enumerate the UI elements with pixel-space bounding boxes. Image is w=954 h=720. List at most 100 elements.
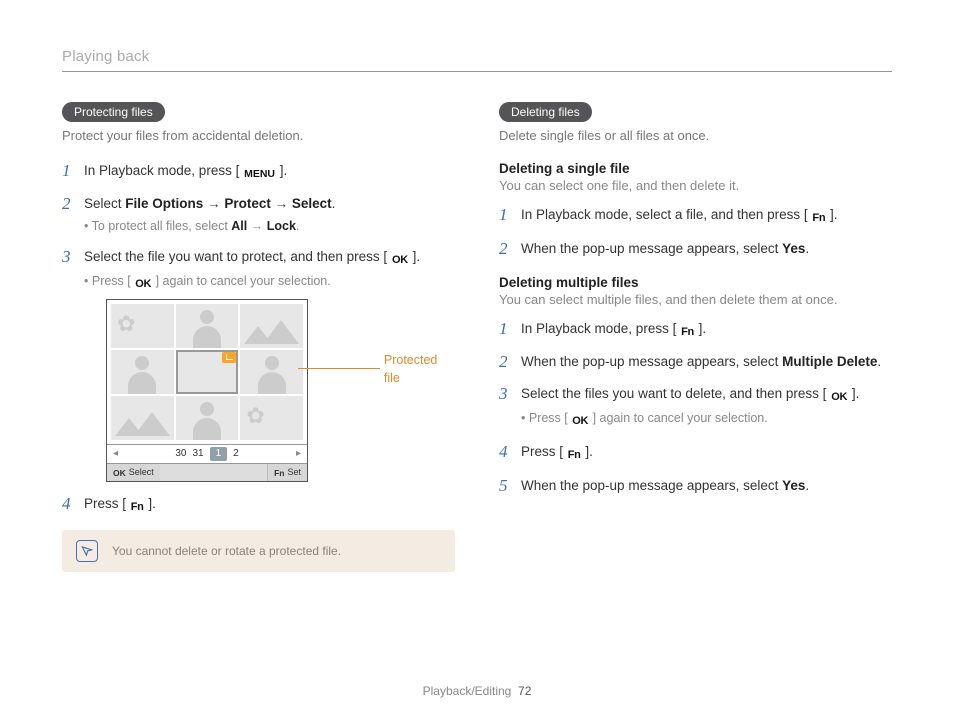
text: ]. xyxy=(276,163,287,178)
text: Select the files you want to delete, and… xyxy=(521,386,830,401)
text: ] again to cancel your selection. xyxy=(589,411,768,425)
text: When the pop-up message appears, select xyxy=(521,241,782,256)
opt: Yes xyxy=(782,478,805,493)
thumb xyxy=(240,396,303,440)
pill-protecting: Protecting files xyxy=(62,102,165,122)
steps-multi: In Playback mode, press [ Fn ]. When the… xyxy=(499,319,892,496)
page-number: 72 xyxy=(518,684,531,698)
thumb xyxy=(240,304,303,348)
page-footer: Playback/Editing 72 xyxy=(0,684,954,698)
menu-icon: MENU xyxy=(244,167,275,182)
pill-deleting: Deleting files xyxy=(499,102,592,122)
subdesc-multi: You can select multiple files, and then … xyxy=(499,292,892,307)
substep: Press [ OK ] again to cancel your select… xyxy=(521,409,892,430)
chevron-right-icon: ▸ xyxy=(296,447,301,462)
step-3: Select the file you want to protect, and… xyxy=(62,247,455,482)
label: Set xyxy=(287,466,301,479)
intro-deleting: Delete single files or all files at once… xyxy=(499,128,892,143)
ok-icon: OK xyxy=(135,277,151,293)
text: In Playback mode, press [ xyxy=(84,163,243,178)
step-1: In Playback mode, press [ Fn ]. xyxy=(499,319,892,341)
fn-icon: Fn xyxy=(812,211,825,227)
text: In Playback mode, select a file, and the… xyxy=(521,207,811,222)
opt: File Options xyxy=(125,196,203,211)
ok-icon: OK xyxy=(831,390,847,406)
step-5: When the pop-up message appears, select … xyxy=(499,476,892,496)
day: 31 xyxy=(192,447,203,462)
chevron-left-icon: ◂ xyxy=(113,447,118,462)
illustration: ◂ 30 31 1 2 ▸ OKSelect xyxy=(106,299,455,483)
opt: Yes xyxy=(782,241,805,256)
text: ]. xyxy=(409,249,420,264)
step-1: In Playback mode, select a file, and the… xyxy=(499,205,892,227)
substep: To protect all files, select All → Lock. xyxy=(84,217,455,235)
ok-icon: OK xyxy=(572,414,588,430)
ok-icon: OK xyxy=(113,467,126,479)
substep: Press [ OK ] again to cancel your select… xyxy=(84,272,455,293)
thumb xyxy=(176,396,239,440)
text: When the pop-up message appears, select xyxy=(521,354,782,369)
text: Press [ xyxy=(84,496,130,511)
steps-protecting: In Playback mode, press [ MENU ]. Select… xyxy=(62,161,455,516)
note-box: You cannot delete or rotate a protected … xyxy=(62,530,455,572)
text: ] again to cancel your selection. xyxy=(152,274,331,288)
note-text: You cannot delete or rotate a protected … xyxy=(112,544,341,558)
day: 2 xyxy=(233,447,239,462)
page-header: Playing back xyxy=(62,48,892,72)
text: . xyxy=(296,219,299,233)
step-4: Press [ Fn ]. xyxy=(62,494,455,516)
text: . xyxy=(805,241,809,256)
subdesc-single: You can select one file, and then delete… xyxy=(499,178,892,193)
step-2: Select File Options → Protect → Select. … xyxy=(62,194,455,235)
subhead-multi: Deleting multiple files xyxy=(499,275,892,290)
step-1: In Playback mode, press [ MENU ]. xyxy=(62,161,455,182)
note-icon xyxy=(76,540,98,562)
intro-protecting: Protect your files from accidental delet… xyxy=(62,128,455,143)
bottom-bar: OKSelect FnSet xyxy=(107,463,307,481)
protected-badge-icon xyxy=(222,352,236,363)
col-protecting: Protecting files Protect your files from… xyxy=(62,102,455,572)
fn-icon: Fn xyxy=(681,325,694,341)
fn-icon: Fn xyxy=(274,467,284,479)
label: Select xyxy=(129,466,154,479)
calendar-strip: ◂ 30 31 1 2 ▸ xyxy=(107,444,307,464)
thumb xyxy=(111,396,174,440)
step-2: When the pop-up message appears, select … xyxy=(499,239,892,259)
step-2: When the pop-up message appears, select … xyxy=(499,352,892,372)
text: Select the file you want to protect, and… xyxy=(84,249,391,264)
text: Press [ xyxy=(92,274,134,288)
text: → xyxy=(203,196,224,211)
steps-single: In Playback mode, select a file, and the… xyxy=(499,205,892,259)
thumb-selected xyxy=(176,350,239,394)
text: When the pop-up message appears, select xyxy=(521,478,782,493)
thumb xyxy=(176,304,239,348)
opt: Multiple Delete xyxy=(782,354,877,369)
day: 30 xyxy=(175,447,186,462)
day-current: 1 xyxy=(210,447,228,462)
text: ]. xyxy=(582,444,593,459)
text: → xyxy=(271,196,292,211)
ok-icon: OK xyxy=(392,253,408,269)
text: → xyxy=(247,219,266,233)
text: ]. xyxy=(145,496,156,511)
text: Press [ xyxy=(529,411,571,425)
fn-icon: Fn xyxy=(568,448,581,464)
subhead-single: Deleting a single file xyxy=(499,161,892,176)
thumb xyxy=(111,350,174,394)
opt: All xyxy=(231,219,247,233)
step-3: Select the files you want to delete, and… xyxy=(499,384,892,430)
text: Select xyxy=(84,196,125,211)
text: Press [ xyxy=(521,444,567,459)
opt: Protect xyxy=(224,196,271,211)
thumb xyxy=(240,350,303,394)
text: . xyxy=(877,354,881,369)
text: . xyxy=(332,196,336,211)
opt: Select xyxy=(292,196,332,211)
text: ]. xyxy=(695,321,706,336)
fn-icon: Fn xyxy=(131,500,144,516)
col-deleting: Deleting files Delete single files or al… xyxy=(499,102,892,572)
footer-section: Playback/Editing xyxy=(423,684,512,698)
callout-protected: Protected file xyxy=(298,351,455,387)
text: ]. xyxy=(848,386,859,401)
step-4: Press [ Fn ]. xyxy=(499,442,892,464)
